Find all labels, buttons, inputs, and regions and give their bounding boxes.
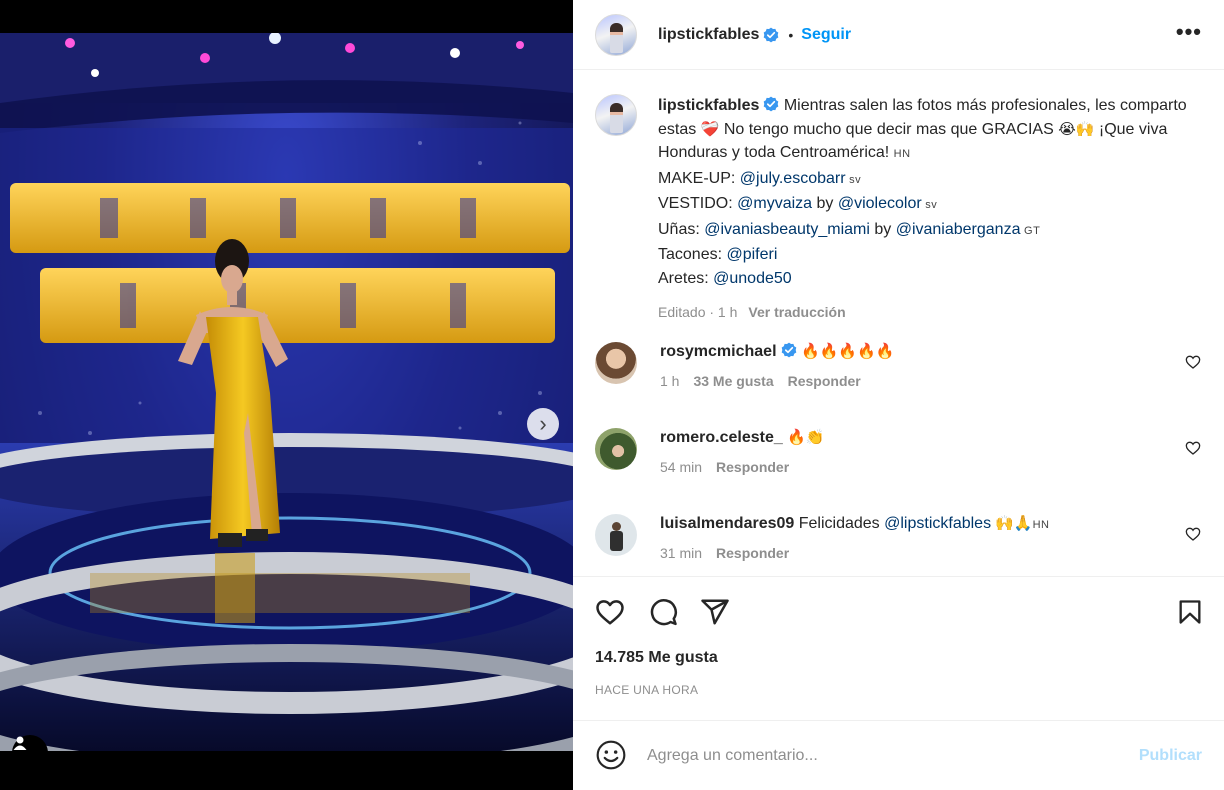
see-translation-link[interactable]: Ver traducción	[748, 304, 845, 320]
reply-button[interactable]: Responder	[788, 373, 861, 389]
comment-username[interactable]: rosymcmichael	[660, 343, 777, 360]
caption-text: lipstickfables Mientras salen las fotos …	[658, 94, 1198, 325]
post-header: lipstickfables • Seguir •••	[573, 0, 1224, 70]
caption-line-thanks: No tengo mucho que decir mas que GRACIAS	[719, 120, 1059, 138]
mention-link[interactable]: @myvaiza	[737, 195, 812, 212]
comment-meta: 1 h 33 Me gusta Responder	[660, 373, 894, 389]
mention-link[interactable]: @violecolor	[838, 195, 922, 212]
comment-body: romero.celeste_ 🔥👏 54 min Responder	[660, 428, 825, 475]
comment-text: 🔥👏	[787, 429, 825, 446]
comment-meta: 31 min Responder	[660, 545, 1050, 561]
comment-body: rosymcmichael 🔥🔥🔥🔥🔥 1 h 33 Me gusta Respon…	[660, 342, 894, 389]
user-icon	[13, 736, 27, 750]
caption-meta: Editado · 1 h Ver traducción	[658, 301, 1198, 325]
flag-gt: GT	[1020, 224, 1041, 237]
flag-hn: HN	[893, 148, 911, 160]
caption-username[interactable]: lipstickfables	[658, 97, 759, 114]
verified-badge-icon	[764, 27, 779, 42]
share-paper-plane-icon[interactable]	[700, 597, 730, 627]
comment-likes[interactable]: 33 Me gusta	[693, 373, 773, 389]
post-actions-bar	[573, 576, 1224, 646]
mention-link[interactable]: @ivaniaberganza	[896, 221, 1021, 238]
avatar[interactable]	[595, 342, 637, 384]
comment-username[interactable]: luisalmendares09	[660, 515, 794, 532]
comment-input[interactable]	[647, 743, 1127, 769]
flag-sv: sv	[921, 199, 938, 211]
like-comment-heart-icon[interactable]	[1185, 354, 1201, 370]
post-side-panel: lipstickfables • Seguir ••• lipstickfabl…	[573, 0, 1224, 790]
flag-hn: HN	[1032, 519, 1050, 531]
carousel-next-button[interactable]: ›	[527, 408, 559, 440]
likes-count[interactable]: 14.785 Me gusta	[595, 649, 718, 667]
makeup-label: MAKE-UP:	[658, 169, 740, 187]
like-comment-heart-icon[interactable]	[1185, 440, 1201, 456]
verified-badge-icon	[764, 96, 779, 112]
follow-button[interactable]: Seguir	[801, 26, 851, 44]
comment-emojis: 🙌🙏	[991, 515, 1033, 532]
mention-link[interactable]: @ivaniasbeauty_miami	[704, 221, 870, 238]
avatar[interactable]	[595, 94, 637, 136]
avatar[interactable]	[595, 428, 637, 470]
edited-time: Editado · 1 h	[658, 304, 738, 320]
reply-button[interactable]: Responder	[716, 459, 789, 475]
flag-sv: sv	[845, 173, 862, 186]
photo-panel: ›	[0, 0, 573, 790]
post-timestamp: HACE UNA HORA	[595, 683, 699, 697]
emoji-smiley-icon[interactable]	[595, 739, 627, 771]
unas-label: Uñas:	[658, 220, 705, 238]
avatar[interactable]	[595, 13, 637, 56]
crying-emoji: 😭	[1058, 120, 1076, 138]
mention-link[interactable]: @lipstickfables	[884, 515, 991, 532]
add-comment-bar: Publicar	[573, 720, 1224, 790]
by-text: by	[812, 195, 838, 212]
comment-body: luisalmendares09 Felicidades @lipstickfa…	[660, 514, 1050, 561]
stage-scene	[0, 33, 573, 751]
comment-text: 🔥🔥🔥🔥🔥	[800, 343, 895, 360]
publish-button[interactable]: Publicar	[1139, 747, 1202, 765]
post-photo[interactable]: ›	[0, 33, 573, 751]
mention-link[interactable]: @unode50	[713, 270, 792, 287]
raised-hands-emoji: 🙌	[1075, 120, 1095, 138]
comment-text: Felicidades	[794, 515, 885, 532]
reply-button[interactable]: Responder	[716, 545, 789, 561]
comment-time: 1 h	[660, 373, 680, 389]
like-heart-icon[interactable]	[595, 597, 625, 627]
comment-item: romero.celeste_ 🔥👏 54 min Responder	[595, 428, 1205, 475]
comment-item: rosymcmichael 🔥🔥🔥🔥🔥 1 h 33 Me gusta Respon…	[595, 342, 1205, 389]
comment-bubble-icon[interactable]	[648, 597, 678, 627]
post-caption: lipstickfables Mientras salen las fotos …	[595, 94, 1205, 325]
avatar[interactable]	[595, 514, 637, 556]
vestido-label: VESTIDO:	[658, 195, 738, 212]
mending-heart-emoji: ❤️‍🩹	[700, 120, 720, 138]
comment-username[interactable]: romero.celeste_	[660, 429, 783, 446]
save-bookmark-icon[interactable]	[1176, 597, 1204, 627]
aretes-label: Aretes:	[658, 269, 714, 287]
more-options-icon[interactable]: •••	[1176, 21, 1202, 43]
comment-time: 31 min	[660, 545, 703, 561]
post-username[interactable]: lipstickfables	[658, 26, 759, 44]
comment-time: 54 min	[660, 459, 703, 475]
verified-badge-icon	[781, 342, 796, 358]
comment-item: luisalmendares09 Felicidades @lipstickfa…	[595, 514, 1205, 561]
separator-dot: •	[788, 26, 794, 43]
comment-meta: 54 min Responder	[660, 459, 825, 475]
by-text: by	[869, 220, 896, 238]
tacones-label: Tacones:	[658, 246, 727, 263]
mention-link[interactable]: @july.escobarr	[740, 170, 846, 187]
like-comment-heart-icon[interactable]	[1185, 526, 1201, 542]
mention-link[interactable]: @piferi	[726, 246, 777, 263]
